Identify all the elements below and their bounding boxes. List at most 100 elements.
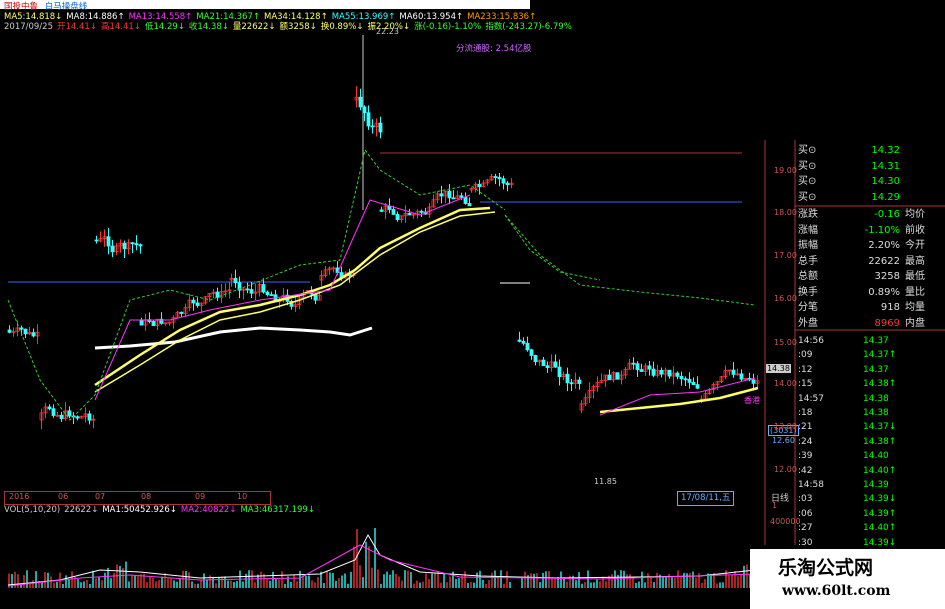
volume-bar [623, 570, 625, 588]
candle-body [651, 368, 656, 376]
volume-bar [254, 582, 256, 588]
volume-bar [638, 581, 640, 588]
volume-bar [104, 572, 106, 588]
volume-bar [173, 580, 175, 588]
volume-bar [77, 579, 79, 588]
volume-bar [584, 581, 586, 588]
candle-body [419, 210, 424, 213]
candle-body [731, 369, 736, 375]
volume-bar [605, 581, 607, 588]
candle-body [261, 284, 266, 293]
candle-body [151, 321, 156, 326]
volume-bar [182, 570, 184, 588]
bid-row[interactable]: 买⊙ 14.31 [795, 159, 945, 174]
volume-bar [62, 583, 64, 588]
volume-ma-value: MA3:46317.199↓ [240, 505, 315, 515]
volume-bar [86, 580, 88, 588]
x-axis-label: 10 [237, 492, 248, 501]
volume-bar [674, 577, 676, 588]
volume-bar [524, 571, 526, 588]
volume-bar [581, 583, 583, 588]
volume-bar [266, 579, 268, 588]
volume-bar [362, 577, 364, 588]
stat-label: 涨跌 [798, 209, 818, 220]
volume-bar [44, 572, 46, 588]
volume-bar [89, 583, 91, 588]
volume-bar [68, 579, 70, 588]
volume-bar [506, 571, 508, 588]
volume-bar [41, 582, 43, 588]
x-axis: 2016 06 07 08 09 10 [4, 491, 271, 505]
volume-bar [551, 578, 553, 588]
tick-time: :30 [798, 537, 813, 548]
tick-time: 14:57 [798, 393, 824, 404]
volume-axis-top: 1 [772, 501, 778, 510]
volume-bar [704, 579, 706, 588]
stat-label: 外盘 [798, 317, 818, 329]
volume-ma-value: 22622↓ [64, 505, 99, 515]
tick-row: :24 14.38↑ [795, 435, 945, 449]
volume-bar [32, 580, 34, 588]
candle-body [245, 288, 250, 291]
candle-body [545, 365, 550, 369]
volume-bar [416, 580, 418, 588]
volume-bar [26, 570, 28, 588]
candle-body [463, 196, 468, 204]
volume-bar [701, 582, 703, 588]
stat-value: 22622 [868, 255, 900, 267]
volume-bar [344, 573, 346, 588]
candle-body [683, 378, 688, 381]
tick-time: 14:56 [798, 336, 824, 346]
candle-body [378, 122, 383, 133]
candle-body [451, 197, 456, 200]
candle-body [130, 242, 135, 245]
white-ribbon [94, 326, 373, 350]
volume-bar [278, 579, 280, 588]
volume-bar [494, 570, 496, 588]
stat-row: 振幅 2.20% 今开 [795, 238, 945, 253]
bid-row[interactable]: 买⊙ 14.30 [795, 174, 945, 189]
tick-time: :06 [798, 508, 813, 519]
volume-bar [446, 581, 448, 588]
volume-bar [464, 571, 466, 588]
candle-body [249, 289, 254, 294]
volume-bar [281, 571, 283, 588]
x-axis-label: 08 [141, 492, 152, 501]
volume-bar [695, 577, 697, 588]
volume-bar [479, 570, 481, 588]
stat-label: 涨幅 [798, 224, 818, 236]
tick-row: :03 14.39↓ [795, 492, 945, 506]
volume-bar [35, 571, 37, 588]
candle-body [94, 239, 99, 242]
volume-bar [47, 572, 49, 588]
volume-bar [491, 572, 493, 588]
volume-bar [260, 571, 262, 588]
date-box[interactable]: 17/08/11,五 [677, 491, 735, 506]
volume-bar [497, 577, 499, 588]
tick-time: :42 [798, 465, 813, 476]
volume-bar [311, 580, 313, 588]
volume-bar [299, 570, 301, 588]
candle-body [7, 329, 12, 333]
candle-body [565, 373, 570, 384]
volume-bar [530, 573, 532, 588]
tick-row: 14:58 14.39 [795, 478, 945, 492]
tick-price: 14.38 [863, 408, 889, 418]
stat-row: 外盘 8969 内盘 [795, 316, 945, 331]
volume-bar [650, 577, 652, 588]
candle-body [477, 183, 482, 188]
candle-body [751, 379, 756, 384]
low-label: 11.85 [594, 477, 617, 486]
volume-bar [683, 572, 685, 588]
tick-time: :18 [798, 408, 813, 418]
volume-bar [536, 573, 538, 588]
yellow-ribbon [94, 211, 496, 393]
volume-bar [233, 582, 235, 588]
volume-bar [647, 573, 649, 588]
candle-body [59, 414, 64, 419]
green-dashed-ma [504, 214, 601, 281]
bid-row[interactable]: 买⊙ 14.32 [795, 143, 945, 158]
bid-row[interactable]: 买⊙ 14.29 [795, 190, 945, 205]
volume-bar [242, 581, 244, 588]
stat-row: 换手 0.89% 量比 [795, 285, 945, 300]
